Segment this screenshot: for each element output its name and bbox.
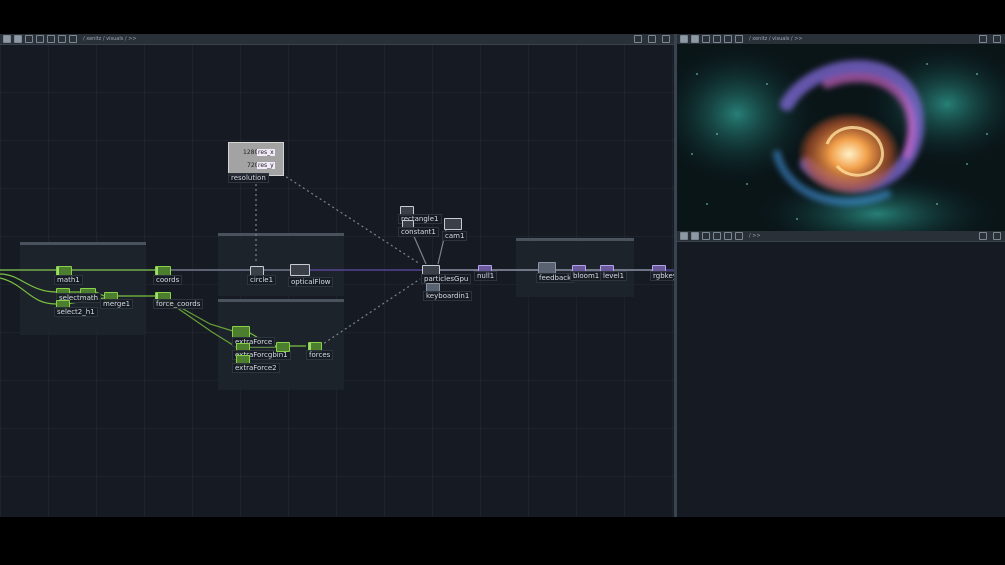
- math1-label[interactable]: math1: [54, 275, 83, 285]
- select2-label[interactable]: select2_h1: [54, 307, 98, 317]
- home-icon[interactable]: [47, 35, 55, 43]
- optical-flow-label[interactable]: opticalFlow: [288, 277, 334, 287]
- force-coords-label[interactable]: force_coords: [153, 299, 204, 309]
- viewer-home-icon[interactable]: [724, 35, 732, 43]
- bottom-close-icon[interactable]: [993, 232, 1001, 240]
- rgbkey-label[interactable]: rgbkey: [650, 271, 674, 281]
- maximize-pane-icon[interactable]: [648, 35, 656, 43]
- forward-icon[interactable]: [36, 35, 44, 43]
- merge1-label[interactable]: merge1: [100, 299, 134, 309]
- bottom-pane-type-icon[interactable]: [691, 232, 699, 240]
- viewer-close-icon[interactable]: [993, 35, 1001, 43]
- viewer-search-icon[interactable]: [735, 35, 743, 43]
- viewer-pane-type-icon[interactable]: [691, 35, 699, 43]
- bloom1-label[interactable]: bloom1: [570, 271, 603, 281]
- bottom-forward-icon[interactable]: [713, 232, 721, 240]
- pane-type-icon[interactable]: [14, 35, 22, 43]
- viewer-maximize-icon[interactable]: [979, 35, 987, 43]
- optical-flow-node[interactable]: [290, 264, 310, 276]
- extra-force-gbin-node-2[interactable]: [276, 342, 290, 352]
- circle1-label[interactable]: circle1: [247, 275, 277, 285]
- viewer-path[interactable]: / xenitz / visuals / >>: [749, 36, 803, 42]
- viewer-pane[interactable]: / xenitz / visuals / >>: [677, 34, 1005, 234]
- cam1-node[interactable]: [444, 218, 462, 230]
- network-path-bar: / xenitz / visuals / >>: [0, 34, 674, 45]
- bottom-home-icon[interactable]: [724, 232, 732, 240]
- back-icon[interactable]: [25, 35, 33, 43]
- network-path[interactable]: / xenitz / visuals / >>: [83, 36, 137, 42]
- menu-icon[interactable]: [3, 35, 11, 43]
- extra-force2-label[interactable]: extraForce2: [232, 363, 280, 373]
- resolution-table-node[interactable]: 1280 res_x 720 res_y: [228, 142, 284, 176]
- bottom-menu-icon[interactable]: [680, 232, 688, 240]
- resolution-label[interactable]: resolution: [228, 173, 269, 183]
- keyboardin1-label[interactable]: keyboardin1: [423, 291, 473, 301]
- bottom-letterbox: [0, 517, 1005, 565]
- bottom-right-path-bar: / >>: [677, 231, 1005, 242]
- constant1-label[interactable]: constant1: [398, 227, 439, 237]
- viewer-forward-icon[interactable]: [713, 35, 721, 43]
- search-icon[interactable]: [69, 35, 77, 43]
- viewer-menu-icon[interactable]: [680, 35, 688, 43]
- cam1-label[interactable]: cam1: [442, 231, 468, 241]
- resolution-val-1: 1280: [243, 149, 259, 156]
- bottom-right-path[interactable]: / >>: [749, 233, 761, 239]
- null1-label[interactable]: null1: [474, 271, 498, 281]
- resolution-tag-1: res_x: [257, 149, 275, 156]
- forces-label[interactable]: forces: [306, 350, 334, 360]
- coords-label[interactable]: coords: [153, 275, 183, 285]
- viewer-back-icon[interactable]: [702, 35, 710, 43]
- feedback-label[interactable]: feedback: [536, 273, 575, 283]
- close-pane-icon[interactable]: [662, 35, 670, 43]
- resolution-tag-2: res_y: [257, 162, 275, 169]
- network-editor-pane[interactable]: / xenitz / visuals / >> 1280 res_x 720 r…: [0, 34, 674, 517]
- bottom-right-pane[interactable]: / >>: [677, 231, 1005, 517]
- top-letterbox: [0, 0, 1005, 34]
- bottom-maximize-icon[interactable]: [979, 232, 987, 240]
- particle-render-output[interactable]: [677, 44, 1005, 234]
- up-icon[interactable]: [58, 35, 66, 43]
- bottom-search-icon[interactable]: [735, 232, 743, 240]
- level1-label[interactable]: level1: [600, 271, 628, 281]
- bottom-back-icon[interactable]: [702, 232, 710, 240]
- split-pane-icon[interactable]: [634, 35, 642, 43]
